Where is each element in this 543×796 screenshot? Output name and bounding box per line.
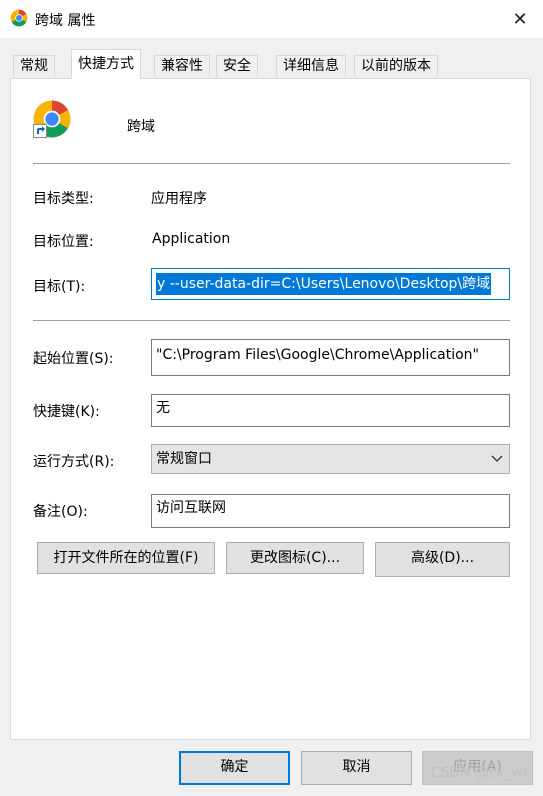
comment-label: 备注(O): [33, 504, 88, 520]
hotkey-input[interactable]: 无 [151, 394, 510, 427]
target-location-label: 目标位置: [33, 234, 94, 250]
tab-security[interactable]: 安全 [216, 55, 258, 77]
start-in-label: 起始位置(S): [33, 351, 114, 367]
target-input-selection: y --user-data-dir=C:\Users\Lenovo\Deskto… [156, 273, 492, 295]
separator [33, 320, 510, 321]
shortcut-arrow-icon [33, 124, 47, 138]
change-icon-button[interactable]: 更改图标(C)... [226, 542, 364, 574]
shortcut-name: 跨域 [127, 119, 155, 135]
chevron-down-icon [491, 455, 503, 462]
target-label: 目标(T): [33, 279, 86, 295]
run-select-value: 常规窗口 [156, 451, 212, 467]
start-in-input[interactable]: "C:\Program Files\Google\Chrome\Applicat… [151, 339, 510, 376]
tab-shortcut[interactable]: 快捷方式 [71, 49, 141, 79]
run-label: 运行方式(R): [33, 454, 115, 470]
run-select[interactable]: 常规窗口 [151, 444, 510, 474]
separator [33, 163, 510, 164]
ok-button[interactable]: 确定 [179, 751, 290, 785]
window-title: 跨域 属性 [35, 13, 96, 29]
hotkey-label: 快捷键(K): [33, 404, 100, 420]
open-file-location-button[interactable]: 打开文件所在的位置(F) [37, 542, 215, 574]
advanced-button[interactable]: 高级(D)... [375, 542, 510, 577]
watermark: CSDN @ck_wr [430, 765, 529, 781]
tab-previous-versions[interactable]: 以前的版本 [354, 55, 438, 77]
target-type-value: 应用程序 [151, 191, 207, 207]
close-button[interactable]: ✕ [497, 0, 543, 38]
title-bar: 跨域 属性 ✕ [0, 0, 543, 38]
chrome-icon [10, 9, 28, 27]
target-location-value: Application [152, 231, 231, 247]
tab-details[interactable]: 详细信息 [276, 55, 346, 77]
tab-compatibility[interactable]: 兼容性 [154, 55, 210, 77]
tab-general[interactable]: 常规 [13, 55, 55, 77]
comment-input[interactable]: 访问互联网 [151, 494, 510, 528]
target-type-label: 目标类型: [33, 191, 94, 207]
target-input[interactable]: y --user-data-dir=C:\Users\Lenovo\Deskto… [151, 268, 510, 300]
close-icon: ✕ [512, 8, 528, 30]
cancel-button[interactable]: 取消 [301, 751, 412, 785]
